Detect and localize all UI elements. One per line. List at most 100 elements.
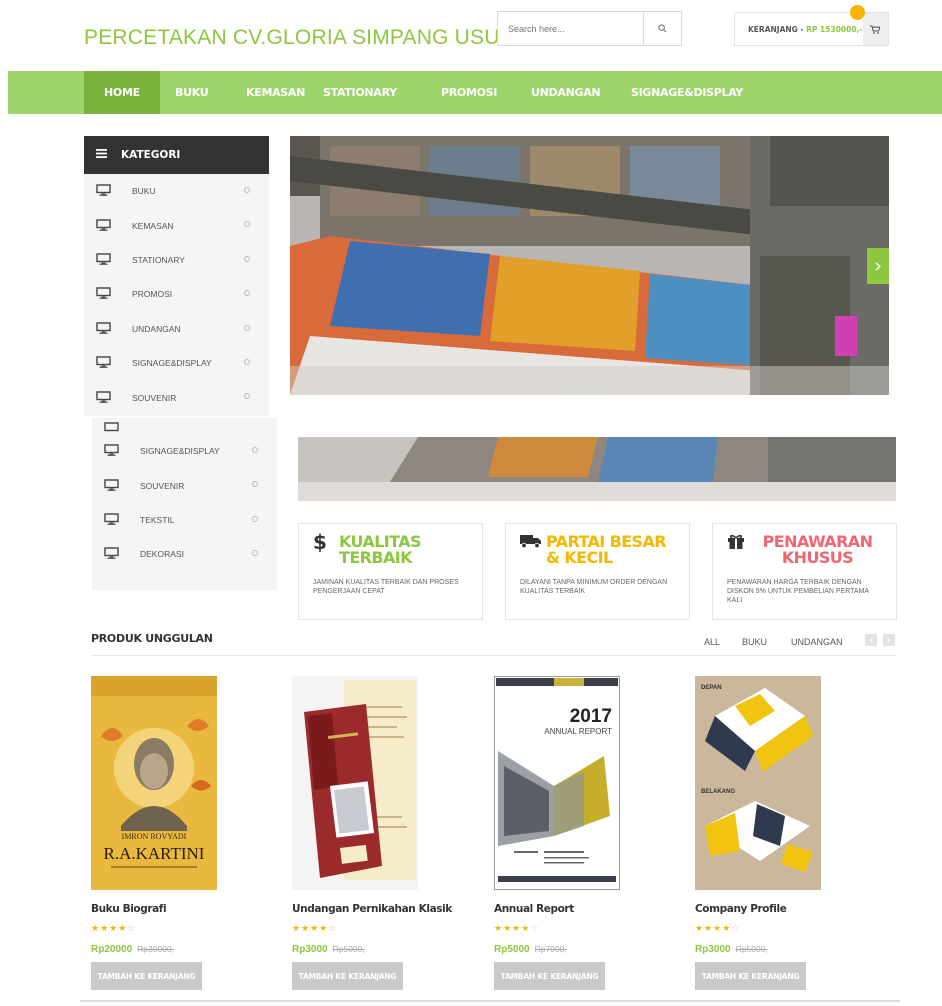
filter-buku[interactable]: BUKU xyxy=(742,637,767,647)
label-back: BELAKANG xyxy=(701,789,735,795)
add-to-cart-button[interactable]: TAMBAH KE KERANJANG xyxy=(695,962,806,990)
category-label: UNDANGAN xyxy=(132,323,181,334)
category-item-dekorasi[interactable]: DEKORASI xyxy=(92,537,277,571)
category-label: TEKSTIL xyxy=(140,514,175,525)
cart-icon xyxy=(870,24,881,34)
filter-all[interactable]: ALL xyxy=(704,637,720,647)
category-item-promosi[interactable]: PROMOSI xyxy=(84,277,269,311)
product-name[interactable]: Company Profile xyxy=(695,903,787,915)
monitor-icon xyxy=(104,444,126,458)
circle-icon xyxy=(244,255,250,262)
product-name[interactable]: Buku Biografi xyxy=(91,903,167,915)
search-button[interactable] xyxy=(643,12,681,45)
monitor-icon xyxy=(96,253,118,267)
add-to-cart-button[interactable]: TAMBAH KE KERANJANG xyxy=(91,962,202,990)
chevron-right-icon xyxy=(875,261,881,271)
nav-undangan[interactable]: UNDANGAN xyxy=(531,71,601,114)
report-year: 2017 xyxy=(570,706,612,727)
search-input[interactable] xyxy=(498,12,643,45)
product-image-company-profile[interactable]: DEPAN BELAKANG xyxy=(695,676,821,890)
invitation-card xyxy=(292,676,418,890)
rating-stars: ★★★★☆ xyxy=(494,923,539,934)
star-icon: ★★★★ xyxy=(292,923,329,933)
monitor-icon xyxy=(104,547,126,561)
main-nav: HOME BUKU KEMASAN STATIONARY PROMOSI UND… xyxy=(8,71,942,114)
category-item-stationary[interactable]: STATIONARY xyxy=(84,243,269,277)
feature-title: PENAWARAN KHUSUS xyxy=(727,534,882,566)
monitor-icon xyxy=(104,513,126,527)
nav-home[interactable]: HOME xyxy=(84,71,160,114)
slider-dot[interactable] xyxy=(597,384,606,393)
category-item-signage-display[interactable]: SIGNAGE&DISPLAY xyxy=(92,434,277,468)
filter-undangan[interactable]: UNDANGAN xyxy=(791,637,843,647)
prev-page-button[interactable]: ‹ xyxy=(865,634,877,646)
product-price: Rp3000 Rp5000, xyxy=(695,944,768,955)
star-empty-icon: ☆ xyxy=(731,923,741,933)
category-item-buku[interactable]: BUKU xyxy=(84,174,269,208)
slider-dot[interactable] xyxy=(565,384,574,393)
brochure-mockup: DEPAN BELAKANG xyxy=(695,676,821,890)
product-price: Rp5000 Rp7000, xyxy=(494,944,567,955)
add-to-cart-button[interactable]: TAMBAH KE KERANJANG xyxy=(292,962,403,990)
nav-stationary[interactable]: STATIONARY xyxy=(323,71,397,114)
circle-icon xyxy=(244,187,250,193)
category-item-kemasan[interactable]: KEMASAN xyxy=(84,208,269,242)
current-price: Rp20000 xyxy=(91,944,133,955)
feature-description: PENAWARAN HARGA TERBAIK DENGAN DISKON 5%… xyxy=(727,579,869,604)
feature-heading: PARTAI BESAR & KECIL xyxy=(546,532,667,567)
category-item-signage-display[interactable]: SIGNAGE&DISPLAY xyxy=(84,346,269,380)
cart-amount: RP 1530000,- xyxy=(806,24,863,34)
current-price: Rp3000 xyxy=(695,944,731,955)
add-to-cart-button[interactable]: TAMBAH KE KERANJANG xyxy=(494,962,605,990)
category-label: SIGNAGE&DISPLAY xyxy=(140,446,220,457)
product-image-annual-report[interactable]: 2017 ANNUAL REPORT xyxy=(494,676,620,890)
nav-kemasan[interactable]: KEMASAN xyxy=(246,71,305,114)
old-price: Rp5000, xyxy=(332,944,365,954)
product-price: Rp3000 Rp5000, xyxy=(292,944,365,955)
circle-icon xyxy=(252,515,258,522)
category-item-souvenir[interactable]: SOUVENIR xyxy=(92,468,277,502)
cart-summary: KERANJANG - RP 1530000,- xyxy=(735,25,863,34)
report-title: ANNUAL REPORT xyxy=(544,727,612,736)
book-title: R.A.KARTINI xyxy=(104,844,205,863)
cart-button[interactable] xyxy=(862,13,888,45)
nav-buku[interactable]: BUKU xyxy=(175,71,209,114)
feature-description: JAMINAN KUALITAS TERBAIK DAN PROSES PENG… xyxy=(313,579,459,595)
product-name[interactable]: Annual Report xyxy=(494,903,574,915)
circle-icon xyxy=(244,290,250,297)
category-item-undangan[interactable]: UNDANGAN xyxy=(84,312,269,346)
circle-icon xyxy=(252,481,258,488)
monitor-icon xyxy=(96,287,118,301)
category-item-tekstil[interactable]: TEKSTIL xyxy=(92,503,277,537)
cart-widget[interactable]: KERANJANG - RP 1530000,- xyxy=(734,12,889,46)
rating-stars: ★★★★☆ xyxy=(695,923,740,934)
category-item-souvenir[interactable]: SOUVENIR xyxy=(84,380,269,414)
cart-count-badge xyxy=(850,5,865,20)
book-cover: IMRON ROVYADI R.A.KARTINI xyxy=(91,676,217,890)
hero-slider-image[interactable] xyxy=(290,136,889,395)
next-page-button[interactable]: › xyxy=(883,634,895,646)
menu-icon xyxy=(96,149,107,161)
monitor-icon xyxy=(104,478,126,493)
category-list-continued: SIGNAGE&DISPLAY SOUVENIR TEKSTIL DEKORAS… xyxy=(92,418,277,590)
printer-photo-partial xyxy=(298,437,896,501)
site-brand[interactable]: PERCETAKAN CV.GLORIA SIMPANG USU xyxy=(84,26,500,50)
feature-title: PARTAI BESAR & KECIL xyxy=(520,534,675,566)
product-name[interactable]: Undangan Pernikahan Klasik xyxy=(292,903,452,915)
category-header[interactable]: KATEGORI xyxy=(84,136,269,174)
category-label: DEKORASI xyxy=(140,549,184,560)
rating-stars: ★★★★☆ xyxy=(91,923,136,934)
category-label: PROMOSI xyxy=(132,289,173,300)
product-image-undangan-pernikahan[interactable] xyxy=(292,676,418,890)
feature-heading: KUALITAS TERBAIK xyxy=(339,532,422,567)
slider-next-button[interactable] xyxy=(867,248,889,284)
category-title: KATEGORI xyxy=(121,149,181,161)
nav-promosi[interactable]: PROMOSI xyxy=(441,71,497,114)
slider-dot[interactable] xyxy=(581,384,590,393)
rating-stars: ★★★★☆ xyxy=(292,923,337,934)
nav-signage-display[interactable]: SIGNAGE&DISPLAY xyxy=(631,71,743,114)
product-image-buku-biografi[interactable]: IMRON ROVYADI R.A.KARTINI xyxy=(91,676,217,890)
feature-description: DILAYANI TANPA MINIMUM ORDER DENGAN KUAL… xyxy=(520,579,668,595)
circle-icon xyxy=(244,324,250,331)
category-label: STATIONARY xyxy=(132,254,185,265)
